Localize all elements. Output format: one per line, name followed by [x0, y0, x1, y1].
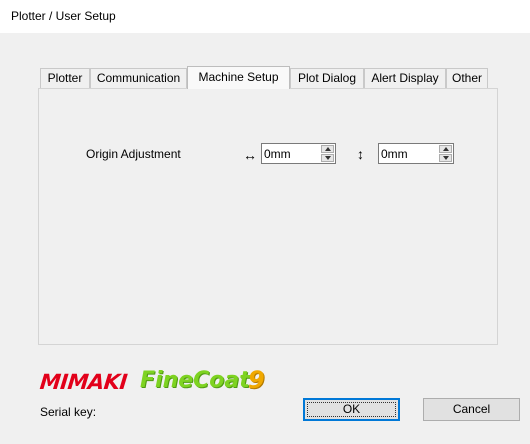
title-bar[interactable]: Plotter / User Setup [0, 0, 530, 33]
arrow-up-icon [325, 147, 331, 151]
logo-product: FineCoat [140, 368, 250, 393]
tab-machine-setup[interactable]: Machine Setup [187, 66, 290, 89]
arrow-up-icon [443, 147, 449, 151]
arrow-down-icon [443, 156, 449, 160]
ok-button[interactable]: OK [303, 398, 400, 421]
horizontal-decrement-button[interactable] [321, 154, 334, 162]
horizontal-offset-spinner[interactable] [261, 143, 336, 164]
dialog-window: Plotter / User Setup Plotter Communicati… [0, 0, 530, 444]
horizontal-arrow-icon: ↔ [243, 147, 257, 163]
cancel-button[interactable]: Cancel [423, 398, 520, 421]
tab-alert-display[interactable]: Alert Display [364, 68, 446, 88]
tab-other[interactable]: Other [446, 68, 488, 88]
vertical-spin-buttons [439, 145, 452, 162]
logo-brand: MIMAKI [38, 370, 129, 394]
focus-rectangle [307, 402, 396, 417]
vertical-offset-input[interactable] [381, 145, 431, 162]
window-title: Plotter / User Setup [11, 9, 116, 23]
horizontal-offset-input[interactable] [264, 145, 314, 162]
horizontal-spin-buttons [321, 145, 334, 162]
tab-plot-dialog[interactable]: Plot Dialog [290, 68, 364, 88]
vertical-increment-button[interactable] [439, 145, 452, 153]
horizontal-increment-button[interactable] [321, 145, 334, 153]
tab-communication[interactable]: Communication [90, 68, 187, 88]
logo-version: 9 [248, 366, 265, 394]
arrow-down-icon [325, 156, 331, 160]
vertical-offset-spinner[interactable] [378, 143, 454, 164]
tab-plotter[interactable]: Plotter [40, 68, 90, 88]
vertical-decrement-button[interactable] [439, 154, 452, 162]
serial-key-label: Serial key: [40, 405, 97, 419]
machine-setup-panel [38, 88, 498, 345]
vertical-arrow-icon: ↕ [357, 146, 364, 162]
cancel-button-label: Cancel [452, 402, 491, 416]
origin-adjustment-label: Origin Adjustment [86, 147, 181, 161]
